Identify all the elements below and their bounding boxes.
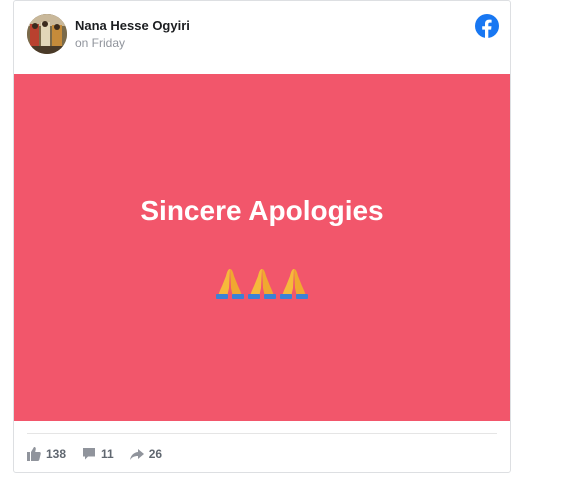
banner-text: Sincere Apologies bbox=[140, 195, 384, 226]
likes-count: 138 bbox=[46, 447, 67, 461]
facebook-logo-icon[interactable] bbox=[475, 14, 499, 38]
post-header: Nana Hesse Ogyiri on Friday bbox=[14, 1, 510, 74]
post-banner[interactable]: Sincere Apologies bbox=[14, 74, 510, 421]
praying-hands-icon bbox=[248, 269, 276, 299]
post-timestamp[interactable]: on Friday bbox=[75, 36, 125, 50]
shares-count: 26 bbox=[148, 447, 163, 461]
praying-hands-icon bbox=[280, 269, 308, 299]
emoji-row bbox=[14, 266, 510, 300]
likes-stat[interactable]: 138 bbox=[27, 447, 66, 461]
post-card: Nana Hesse Ogyiri on Friday Sincere Apol… bbox=[13, 0, 511, 473]
thumbs-up-icon bbox=[27, 447, 41, 461]
comments-count: 11 bbox=[101, 447, 114, 461]
praying-hands-icon bbox=[216, 269, 244, 299]
post-stats: 138 11 26 bbox=[27, 445, 178, 463]
avatar-image bbox=[27, 14, 67, 54]
shares-stat[interactable]: 26 bbox=[129, 447, 163, 461]
share-arrow-icon bbox=[129, 449, 144, 460]
comments-stat[interactable]: 11 bbox=[82, 447, 114, 461]
author-name[interactable]: Nana Hesse Ogyiri bbox=[75, 18, 190, 33]
avatar[interactable] bbox=[27, 14, 67, 54]
footer-divider bbox=[27, 433, 497, 434]
comment-bubble-icon bbox=[83, 448, 96, 460]
